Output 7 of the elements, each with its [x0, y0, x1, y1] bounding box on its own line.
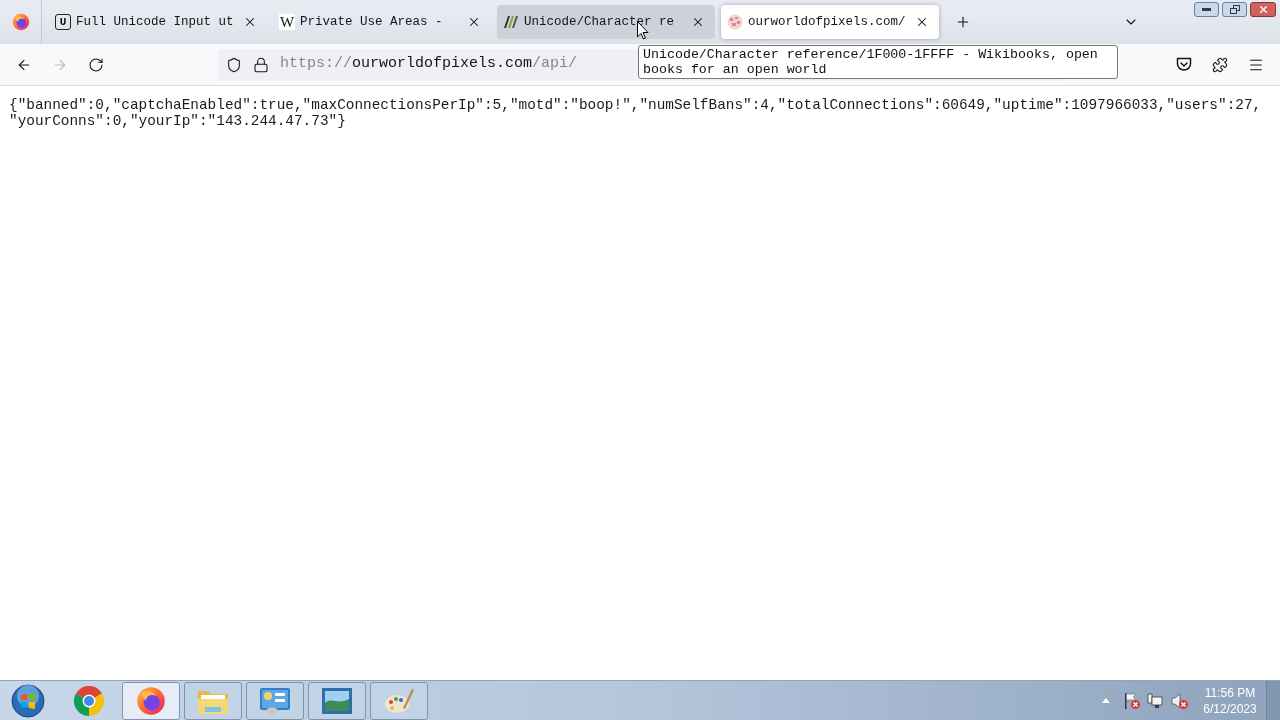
clock-time: 11:56 PM [1204, 684, 1256, 701]
favicon-letter: U [55, 14, 71, 30]
favicon-letter: W [279, 14, 295, 30]
tooltip: Unicode/Character reference/1F000-1FFFF - Wikibooks, open books for an open world [638, 45, 1118, 79]
url-text: https://ourworldofpixels.com/api/ [280, 54, 578, 75]
clock-date: 6/12/2023 [1203, 700, 1257, 717]
json-text: {"banned":0,"captchaEnabled":true,"maxConnectionsPerIp":5,"motd":"boop!","numSelfBans":4,"totalConnections":60649,"uptime":1097966033,"users":27,"yourConns":0,"yourIp":"143.244.47.73"} [9, 97, 1263, 129]
